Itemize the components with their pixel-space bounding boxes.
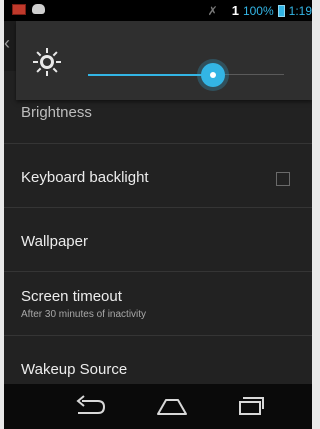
status-bar: ✗ 1 100% 1:19: [4, 0, 312, 21]
up-caret-icon[interactable]: ‹: [4, 33, 10, 54]
brightness-dialog: [16, 21, 312, 100]
screen-timeout-title: Screen timeout: [21, 288, 122, 305]
red-notification-icon: [12, 4, 26, 15]
keyboard-backlight-checkbox[interactable]: [276, 172, 290, 186]
screen-timeout-summary: After 30 minutes of inactivity: [21, 309, 147, 320]
clock: 1:19: [288, 3, 312, 18]
wallpaper-title: Wallpaper: [21, 233, 88, 250]
no-signal-icon: ✗: [207, 3, 218, 18]
battery-percent: 100%: [242, 3, 274, 18]
home-icon[interactable]: [152, 392, 192, 420]
phone-screen: ✗ 1 100% 1:19 ‹ Brightness Keyboard back…: [4, 0, 312, 429]
signal-indicator: 1: [231, 3, 239, 18]
brightness-sun-icon: [33, 48, 61, 76]
list-item-wallpaper[interactable]: Wallpaper: [4, 208, 312, 272]
brightness-slider-thumb[interactable]: [201, 63, 225, 87]
navigation-bar: [4, 384, 312, 429]
android-notification-icon: [32, 4, 45, 14]
recents-icon[interactable]: [230, 392, 270, 420]
list-item-screen-timeout[interactable]: Screen timeout After 30 minutes of inact…: [4, 272, 312, 336]
brightness-slider-fill: [88, 74, 213, 76]
settings-list: Brightness Keyboard backlight Wallpaper …: [4, 100, 312, 396]
list-item-keyboard-backlight[interactable]: Keyboard backlight: [4, 144, 312, 208]
back-icon[interactable]: [70, 392, 110, 420]
list-item-brightness[interactable]: Brightness: [4, 100, 312, 144]
wakeup-source-title: Wakeup Source: [21, 361, 128, 378]
keyboard-backlight-title: Keyboard backlight: [21, 169, 149, 186]
battery-icon: [277, 4, 285, 17]
brightness-label: Brightness: [21, 104, 92, 121]
